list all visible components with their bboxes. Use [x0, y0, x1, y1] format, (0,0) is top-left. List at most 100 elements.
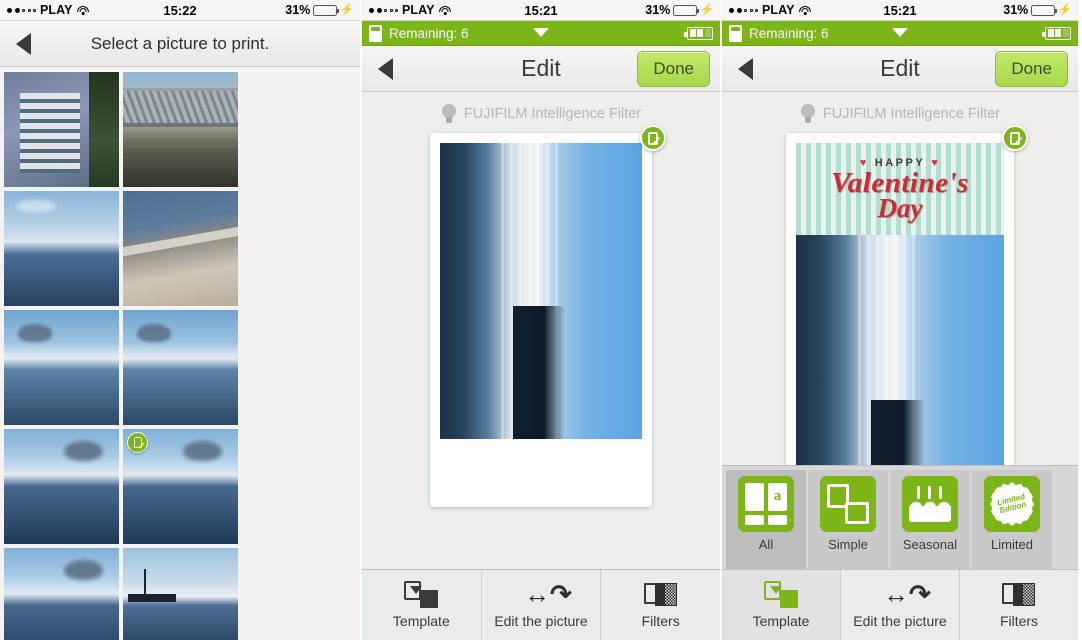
battery-icon: [1031, 4, 1058, 16]
device-check-badge: ✓: [1002, 125, 1028, 151]
polaroid-caption-area: [440, 439, 642, 507]
done-button[interactable]: Done: [637, 50, 710, 87]
limited-edition-icon: Limited Edition: [984, 476, 1040, 532]
edit-picture-icon: ↔↷: [883, 579, 931, 609]
tab-label: Template: [392, 613, 450, 629]
photo-thumbnail[interactable]: [4, 72, 119, 187]
photo-preview-card[interactable]: ✓: [430, 125, 666, 507]
lightbulb-icon: [441, 104, 457, 124]
edit-picture-icon: ↔↷: [524, 579, 572, 609]
template-title-line1: Valentine's: [831, 166, 969, 199]
back-arrow-icon[interactable]: [738, 57, 753, 80]
battery-icon: [673, 4, 700, 16]
photo-grid[interactable]: ✓: [0, 67, 360, 640]
tab-filters[interactable]: Filters: [601, 570, 720, 640]
fujifilm-filter-label: FUJIFILM Intelligence Filter: [822, 106, 1001, 122]
photo-thumbnail[interactable]: ✓: [123, 429, 238, 544]
device-check-badge: ✓: [640, 125, 666, 151]
status-bar: PLAY 15:22 31% ⚡: [0, 0, 360, 21]
tab-edit-the-picture[interactable]: ↔↷ Edit the picture: [482, 570, 602, 640]
tab-label: Filters: [641, 613, 680, 629]
done-button[interactable]: Done: [995, 50, 1068, 87]
photo-thumbnail[interactable]: [123, 72, 238, 187]
edit-canvas: FUJIFILM Intelligence Filter ✓: [362, 92, 720, 640]
photo-thumbnail[interactable]: [4, 191, 119, 306]
simple-templates-icon: [820, 476, 876, 532]
photo-thumbnail[interactable]: [123, 310, 238, 425]
photo-thumbnail[interactable]: [4, 310, 119, 425]
template-title-line2: Day: [877, 193, 923, 224]
category-all[interactable]: a All: [726, 470, 806, 569]
fujifilm-filter-hint[interactable]: FUJIFILM Intelligence Filter: [441, 104, 641, 124]
photo-image: [4, 72, 119, 187]
template-icon: [764, 581, 798, 608]
back-arrow-icon[interactable]: [16, 32, 31, 55]
fujifilm-filter-label: FUJIFILM Intelligence Filter: [463, 106, 642, 122]
template-category-strip[interactable]: a All Simple Seasonal Limited Edition Li…: [722, 465, 1078, 569]
bottom-tab-bar[interactable]: Template ↔↷ Edit the picture Filters: [362, 569, 720, 640]
nav-bar: Edit Done: [362, 46, 720, 92]
bottom-tab-bar[interactable]: Template ↔↷ Edit the picture Filters: [722, 569, 1078, 640]
all-templates-icon: a: [738, 476, 794, 532]
nav-bar: Select a picture to print.: [0, 21, 360, 67]
photo-thumbnail[interactable]: [123, 191, 238, 306]
category-seasonal[interactable]: Seasonal: [890, 470, 970, 569]
filters-icon: [1002, 581, 1036, 608]
tab-template[interactable]: Template: [722, 570, 841, 640]
nav-bar: Edit Done: [722, 46, 1078, 92]
lightbulb-icon: [800, 104, 816, 124]
photo-thumbnail[interactable]: [4, 429, 119, 544]
remaining-label: Remaining: 6: [389, 25, 469, 41]
clock-label: 15:22: [163, 2, 197, 18]
category-limited[interactable]: Limited Edition Limited: [972, 470, 1052, 569]
tab-filters[interactable]: Filters: [960, 570, 1078, 640]
category-label: All: [758, 537, 774, 552]
category-label: Limited: [991, 537, 1033, 552]
photo-image: [123, 191, 238, 306]
printer-status-bar[interactable]: Remaining: 6: [722, 21, 1078, 46]
device-check-badge: ✓: [127, 432, 148, 453]
back-arrow-icon[interactable]: [378, 57, 393, 80]
tab-edit-the-picture[interactable]: ↔↷ Edit the picture: [841, 570, 960, 640]
fujifilm-filter-hint[interactable]: FUJIFILM Intelligence Filter: [800, 104, 1000, 124]
preview-photo[interactable]: [440, 143, 642, 439]
photo-image: [4, 191, 119, 306]
tab-label: Edit the picture: [494, 613, 588, 629]
photo-thumbnail[interactable]: [123, 548, 238, 640]
battery-icon: [313, 4, 340, 16]
printer-battery-icon: [684, 26, 713, 40]
screenshot-root: PLAY 15:22 31% ⚡ Select a picture to pri…: [0, 0, 1082, 640]
photo-image: [4, 429, 119, 544]
remaining-label: Remaining: 6: [749, 25, 829, 41]
status-bar: PLAY 15:21 31% ⚡: [362, 0, 720, 21]
valentine-template-header: ♥ HAPPY ♥ Valentine's Day: [796, 143, 1004, 235]
clock-label: 15:21: [883, 2, 917, 18]
tab-label: Edit the picture: [853, 613, 947, 629]
seasonal-templates-icon: [902, 476, 958, 532]
template-title: Valentine's Day: [831, 166, 969, 224]
category-label: Seasonal: [902, 537, 958, 552]
category-label: Simple: [828, 537, 868, 552]
photo-image: [123, 310, 238, 425]
film-cartridge-icon: [369, 24, 382, 42]
template-icon: [404, 581, 439, 608]
tab-label: Filters: [999, 613, 1039, 629]
printer-battery-icon: [1042, 26, 1071, 40]
filters-icon: [643, 581, 678, 608]
tab-template[interactable]: Template: [362, 570, 482, 640]
photo-image: [123, 72, 238, 187]
photo-image: [123, 548, 238, 640]
category-simple[interactable]: Simple: [808, 470, 888, 569]
printer-status-bar[interactable]: Remaining: 6: [362, 21, 720, 46]
panel-edit-template: PLAY 15:21 31% ⚡ Remaining: 6 Edit Done: [722, 0, 1078, 640]
all-icon-letter: a: [768, 483, 787, 511]
photo-thumbnail[interactable]: [4, 548, 119, 640]
photo-image: [4, 310, 119, 425]
tab-label: Template: [752, 613, 810, 629]
status-bar: PLAY 15:21 31% ⚡: [722, 0, 1078, 21]
photo-image: [4, 548, 119, 640]
panel-edit-plain: PLAY 15:21 31% ⚡ Remaining: 6 Edit Done: [360, 0, 722, 640]
clock-label: 15:21: [524, 2, 558, 18]
film-cartridge-icon: [729, 24, 742, 42]
panel-picture-picker: PLAY 15:22 31% ⚡ Select a picture to pri…: [0, 0, 360, 640]
